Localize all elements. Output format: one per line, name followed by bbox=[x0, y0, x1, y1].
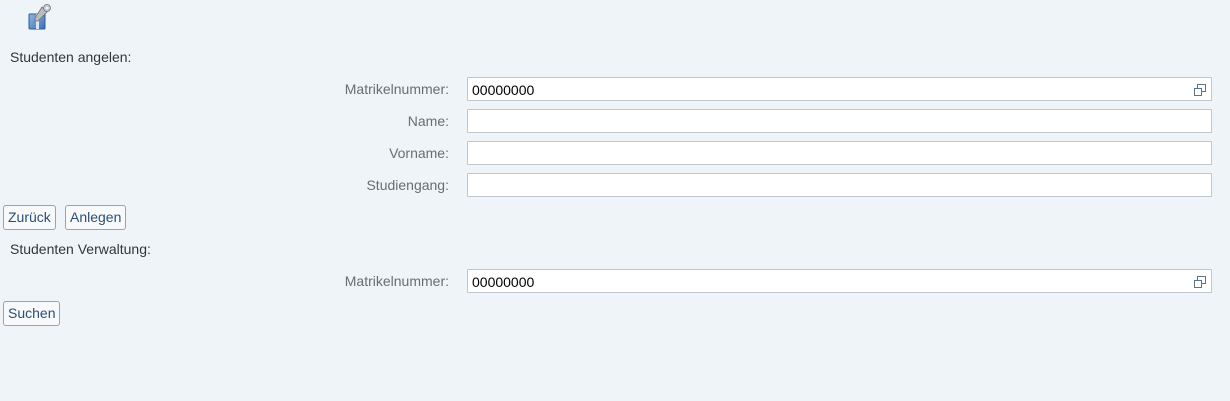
name-label: Name: bbox=[407, 113, 449, 129]
studiengang-label: Studiengang: bbox=[366, 177, 449, 193]
name-input[interactable] bbox=[467, 109, 1212, 133]
back-button[interactable]: Zurück bbox=[3, 205, 56, 230]
create-matrikelnummer-value: 00000000 bbox=[472, 82, 535, 98]
create-matrikelnummer-label: Matrikelnummer: bbox=[344, 81, 449, 97]
tools-icon bbox=[28, 4, 51, 30]
search-button[interactable]: Suchen bbox=[3, 301, 61, 326]
search-matrikelnummer-value: 00000000 bbox=[472, 274, 535, 290]
value-help-icon[interactable] bbox=[1194, 84, 1206, 96]
manage-section-title: Studenten Verwaltung: bbox=[10, 241, 151, 257]
vorname-label: Vorname: bbox=[389, 145, 449, 161]
create-button[interactable]: Anlegen bbox=[65, 205, 127, 230]
vorname-input[interactable] bbox=[467, 141, 1212, 165]
search-matrikelnummer-input[interactable]: 00000000 bbox=[467, 269, 1212, 293]
studiengang-input[interactable] bbox=[467, 173, 1212, 197]
create-section-title: Studenten angelen: bbox=[10, 49, 132, 65]
create-matrikelnummer-input[interactable]: 00000000 bbox=[467, 77, 1212, 101]
value-help-icon[interactable] bbox=[1194, 276, 1206, 288]
search-matrikelnummer-label: Matrikelnummer: bbox=[344, 273, 449, 289]
